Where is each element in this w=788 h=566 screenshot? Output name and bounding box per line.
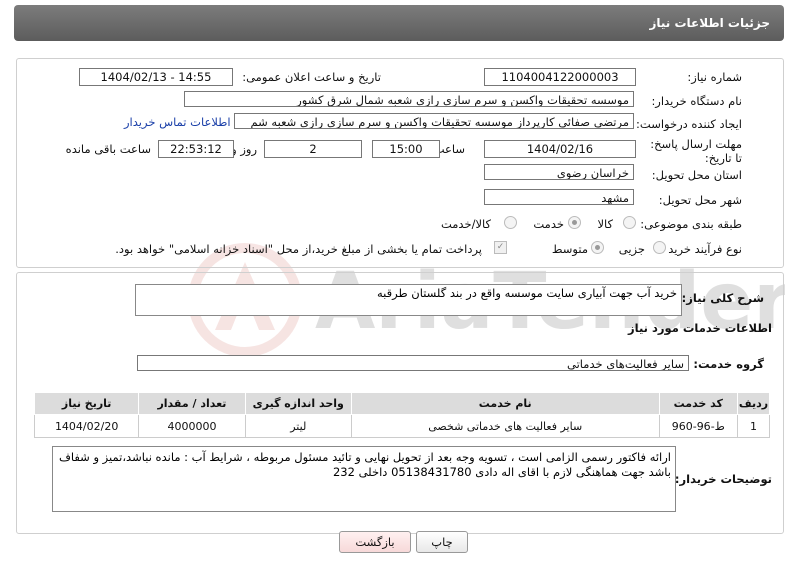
col-header-unit: واحد اندازه گیری (244, 392, 352, 415)
process-radio-minor[interactable] (653, 241, 666, 254)
page-title: جزئیات اطلاعات نیاز (649, 16, 770, 30)
service-group-label: گروه خدمت: (693, 357, 764, 371)
creator-label: ایجاد کننده درخواست: (636, 117, 742, 131)
col-header-quantity: تعداد / مقدار (138, 392, 246, 415)
process-option-medium: متوسط (551, 242, 588, 256)
buyer-notes-field[interactable]: ارائه فاکتور رسمی الزامی است ، تسویه وجه… (52, 446, 676, 512)
buyer-org-field: موسسه تحقیقات واکسن و سرم سازی رازی شعبه… (184, 91, 634, 107)
category-radio-goods[interactable] (623, 216, 636, 229)
announce-datetime-field: 1404/02/13 - 14:55 (79, 68, 233, 86)
announce-label: تاریخ و ساعت اعلان عمومی: (242, 70, 381, 84)
need-number-label: شماره نیاز: (687, 70, 742, 84)
category-option-goods-service: کالا/خدمت (440, 217, 491, 231)
treasury-payment-checkbox[interactable]: ✓ (494, 241, 507, 254)
buyer-contact-link[interactable]: اطلاعات تماس خریدار (124, 115, 231, 129)
category-radio-service[interactable] (568, 216, 581, 229)
cell-row-number: 1 (737, 414, 770, 438)
days-label: روز و (231, 142, 257, 156)
process-option-minor: جزیی (618, 242, 645, 256)
cell-need-date: 1404/02/20 (33, 414, 140, 438)
summary-field[interactable]: خرید آب جهت آبیاری سایت موسسه واقع در بن… (135, 284, 682, 316)
cell-service-name: سایر فعالیت های خدماتی شخصی (350, 414, 660, 438)
remaining-time-field: 22:53:12 (158, 140, 234, 158)
treasury-payment-note: پرداخت تمام یا بخشی از مبلغ خرید،از محل … (115, 242, 482, 256)
table-row: 1 ط-96-960 سایر فعالیت های خدماتی شخصی ل… (33, 414, 770, 438)
city-label: شهر محل تحویل: (658, 193, 742, 207)
province-field: خراسان رضوی (484, 164, 634, 180)
table-header-row: ردیف کد خدمت نام خدمت واحد اندازه گیری ت… (33, 392, 770, 415)
days-remaining-field: 2 (264, 140, 362, 158)
category-option-service: خدمت (533, 217, 564, 231)
col-header-service-code: کد خدمت (658, 392, 739, 415)
category-option-goods: کالا (597, 217, 613, 231)
process-label: نوع فرآیند خرید : (660, 242, 742, 256)
process-radio-medium[interactable] (591, 241, 604, 254)
buyer-notes-label: توضیحات خریدار: (674, 472, 772, 486)
city-field: مشهد (484, 189, 634, 205)
page-header: جزئیات اطلاعات نیاز (14, 5, 784, 41)
services-table: ردیف کد خدمت نام خدمت واحد اندازه گیری ت… (33, 392, 770, 438)
summary-label: شرح کلی نیاز: (681, 291, 764, 305)
col-header-service-name: نام خدمت (350, 392, 660, 415)
print-button[interactable]: چاپ (416, 531, 468, 553)
category-label: طبقه بندی موضوعی: (640, 217, 742, 231)
cell-quantity: 4000000 (138, 414, 246, 438)
province-label: استان محل تحویل: (651, 168, 742, 182)
service-group-field: سایر فعالیت‌های خدماتی (137, 355, 689, 371)
buyer-org-label: نام دستگاه خریدار: (651, 94, 742, 108)
category-radio-goods-service[interactable] (504, 216, 517, 229)
deadline-date-field: 1404/02/16 (484, 140, 636, 158)
col-header-need-date: تاریخ نیاز (33, 392, 140, 415)
need-number-field: 1104004122000003 (484, 68, 636, 86)
deadline-time-field: 15:00 (372, 140, 440, 158)
col-header-row-number: ردیف (737, 392, 770, 415)
services-section-title: اطلاعات خدمات مورد نیاز (628, 321, 772, 335)
cell-unit: لیتر (244, 414, 352, 438)
remaining-time-label: ساعت باقی مانده (65, 142, 151, 156)
back-button[interactable]: بازگشت (339, 531, 411, 553)
creator-field: مرتضی صفائی کارپرداز موسسه تحقیقات واکسن… (234, 113, 634, 129)
deadline-label: مهلت ارسال پاسخ: تا تاریخ: (650, 137, 742, 165)
cell-service-code: ط-96-960 (658, 414, 739, 438)
